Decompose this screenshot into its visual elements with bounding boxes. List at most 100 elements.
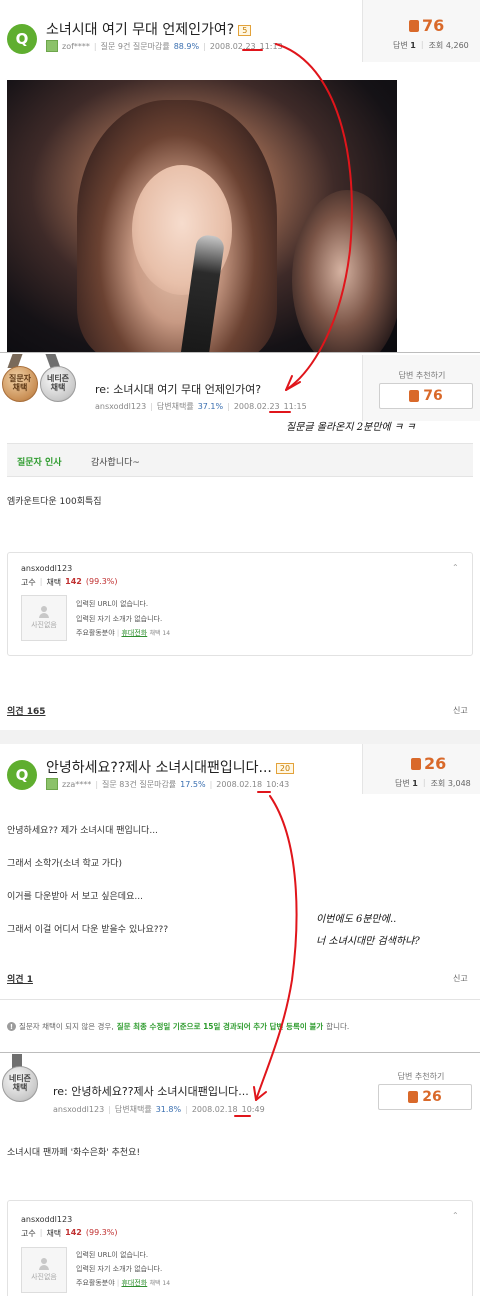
profile-url: 입력된 URL이 없습니다.: [76, 1251, 149, 1259]
section-divider: [0, 999, 480, 1000]
meta-divider: |: [150, 402, 153, 411]
profile-selection-rate: (99.3%): [85, 1228, 118, 1237]
meta-divider: |: [116, 1279, 120, 1287]
answer-title[interactable]: re: 안녕하세요??제사 소녀시대팬입니다...: [53, 1083, 249, 1099]
answer-author[interactable]: ansxoddl123: [53, 1105, 104, 1114]
report-link[interactable]: 신고: [453, 973, 468, 984]
answer-body: 엠카운트다운 100회특집: [7, 497, 102, 507]
question-badge: Q: [7, 24, 37, 54]
profile-name[interactable]: ansxoddl123: [21, 564, 72, 573]
questioner-choice-medal: 질문자 채택: [2, 366, 38, 402]
answer-meta-stat: 답변채택률: [114, 1105, 152, 1114]
question-photo[interactable]: [7, 80, 397, 352]
question-meta-stat: 질문 9건 질문마감률: [100, 41, 170, 51]
answer-date: 2008.02.23: [233, 402, 280, 411]
views-count-label: 조회 3,048: [431, 778, 471, 789]
question-author[interactable]: zof****: [62, 42, 90, 51]
stats-divider: |: [422, 778, 426, 787]
meta-divider: |: [93, 41, 97, 51]
profile-selection-count: 142: [65, 1228, 82, 1237]
question-rate: 17.5%: [180, 779, 206, 789]
question-title-text[interactable]: 안녕하세요??제사 소녀시대팬입니다...: [46, 760, 272, 776]
person-icon: [39, 606, 49, 618]
views-count-label: 조회 4,260: [429, 40, 469, 51]
user-avatar-icon: [46, 778, 58, 790]
collapse-chevron-icon[interactable]: ⌃: [452, 1211, 459, 1220]
thanks-text: 감사합니다~: [91, 458, 140, 468]
meta-divider: |: [227, 402, 230, 411]
question-side-stats: 답변 1 | 조회 4,260: [393, 40, 469, 51]
answer-title[interactable]: re: 소녀시대 여기 무대 언제인가여?: [95, 381, 261, 397]
answers-label: 답변: [393, 41, 408, 50]
recommend-box: 답변 추천하기 26: [362, 1056, 480, 1118]
question-title-text[interactable]: 소녀시대 여기 무대 언제인가여?: [46, 22, 234, 38]
question-rate: 88.9%: [173, 41, 200, 51]
profile-photo-placeholder: 사진없음: [21, 595, 67, 641]
section-divider: [0, 352, 480, 353]
profile-rank-label: 고수: [21, 1229, 36, 1238]
recommend-score: 76: [423, 388, 443, 404]
thumbs-up-icon: [408, 1091, 419, 1103]
profile-fields-label: 주요활동분야: [76, 1279, 115, 1287]
answers-count-label: 답변 1: [393, 40, 416, 51]
profile-fields: 주요활동분야 | 휴대전화 채택 14: [76, 628, 170, 638]
answer-body: 소녀시대 팬까페 '화수은화' 추천요!: [7, 1148, 141, 1158]
profile-rank: 고수 | 채택 142 (99.3%): [21, 577, 118, 588]
answer-meta: ansxoddl123 | 답변채택률 31.8% | 2008.02.18 1…: [53, 1104, 265, 1115]
question-time: 10:43: [266, 779, 290, 789]
profile-selection-count: 142: [65, 577, 82, 586]
meta-divider: |: [95, 779, 99, 789]
question-date: 2008.02.23: [209, 41, 256, 51]
views-label: 조회: [430, 779, 446, 788]
point-badge: 5: [238, 24, 252, 36]
person-icon: [39, 1258, 49, 1270]
stats-divider: |: [420, 40, 424, 49]
no-photo-label: 사진없음: [31, 1273, 57, 1281]
question-score: 76: [409, 16, 444, 35]
info-icon: !: [7, 1022, 16, 1031]
answerer-profile: ⌃ ansxoddl123 고수 | 채택 142 (99.3%) 사진없음 입…: [7, 552, 473, 656]
question-score-value: 76: [422, 16, 445, 35]
profile-fields: 주요활동분야 | 휴대전화 채택 14: [76, 1278, 170, 1288]
recommend-button[interactable]: 26: [378, 1084, 472, 1110]
handwritten-note: 이번에도 6분만에..: [316, 914, 397, 925]
question-badge: Q: [7, 760, 37, 790]
arrowhead-stroke: [253, 1086, 267, 1101]
section-gap: [0, 730, 480, 744]
profile-url: 입력된 URL이 없습니다.: [76, 600, 149, 608]
answers-count-label: 답변 1: [395, 778, 418, 789]
question-meta-stat: 질문 83건 질문마감률: [102, 779, 177, 789]
netizen-choice-medal: 네티즌 채택: [40, 366, 76, 402]
opinions-link[interactable]: 의견 1: [7, 972, 33, 985]
profile-photo-placeholder: 사진없음: [21, 1247, 67, 1293]
views-count: 4,260: [445, 41, 469, 50]
question-score: 26: [411, 754, 446, 773]
meta-divider: |: [209, 779, 213, 789]
notice-text-c: 합니다.: [326, 1022, 350, 1031]
profile-field-link[interactable]: 휴대전화: [121, 629, 147, 637]
thanks-label: 질문자 인사: [17, 458, 62, 468]
question-author[interactable]: zza****: [62, 780, 91, 789]
recommend-button[interactable]: 76: [379, 383, 473, 409]
no-photo-label: 사진없음: [31, 621, 57, 629]
profile-selection-label: 채택: [46, 578, 62, 587]
question-title[interactable]: 소녀시대 여기 무대 언제인가여? 5: [46, 19, 252, 39]
answer-closed-notice: ! 질문자 채택이 되지 않은 경우, 질문 최종 수정일 기준으로 15일 경…: [7, 1021, 349, 1032]
opinions-link[interactable]: 의견 165: [7, 704, 45, 717]
handwritten-note: 너 소녀시대만 검색하냐?: [316, 936, 420, 947]
profile-field-count: 채택 14: [149, 630, 171, 637]
profile-selection-rate: (99.3%): [85, 577, 118, 586]
question-title[interactable]: 안녕하세요??제사 소녀시대팬입니다... 20: [46, 757, 295, 777]
report-link[interactable]: 신고: [453, 705, 468, 716]
recommend-score: 26: [422, 1089, 442, 1105]
profile-field-link[interactable]: 휴대전화: [121, 1279, 147, 1287]
recommend-label: 답변 추천하기: [397, 1072, 445, 1081]
question-body-line: 그래서 소학가(소녀 학교 가다): [7, 859, 122, 869]
profile-fields-label: 주요활동분야: [76, 629, 115, 637]
thumbs-up-icon: [411, 757, 421, 770]
meta-divider: |: [203, 41, 206, 51]
collapse-chevron-icon[interactable]: ⌃: [452, 563, 459, 572]
answer-author[interactable]: ansxoddl123: [95, 402, 146, 411]
profile-name[interactable]: ansxoddl123: [21, 1215, 72, 1224]
views-label: 조회: [428, 41, 444, 50]
